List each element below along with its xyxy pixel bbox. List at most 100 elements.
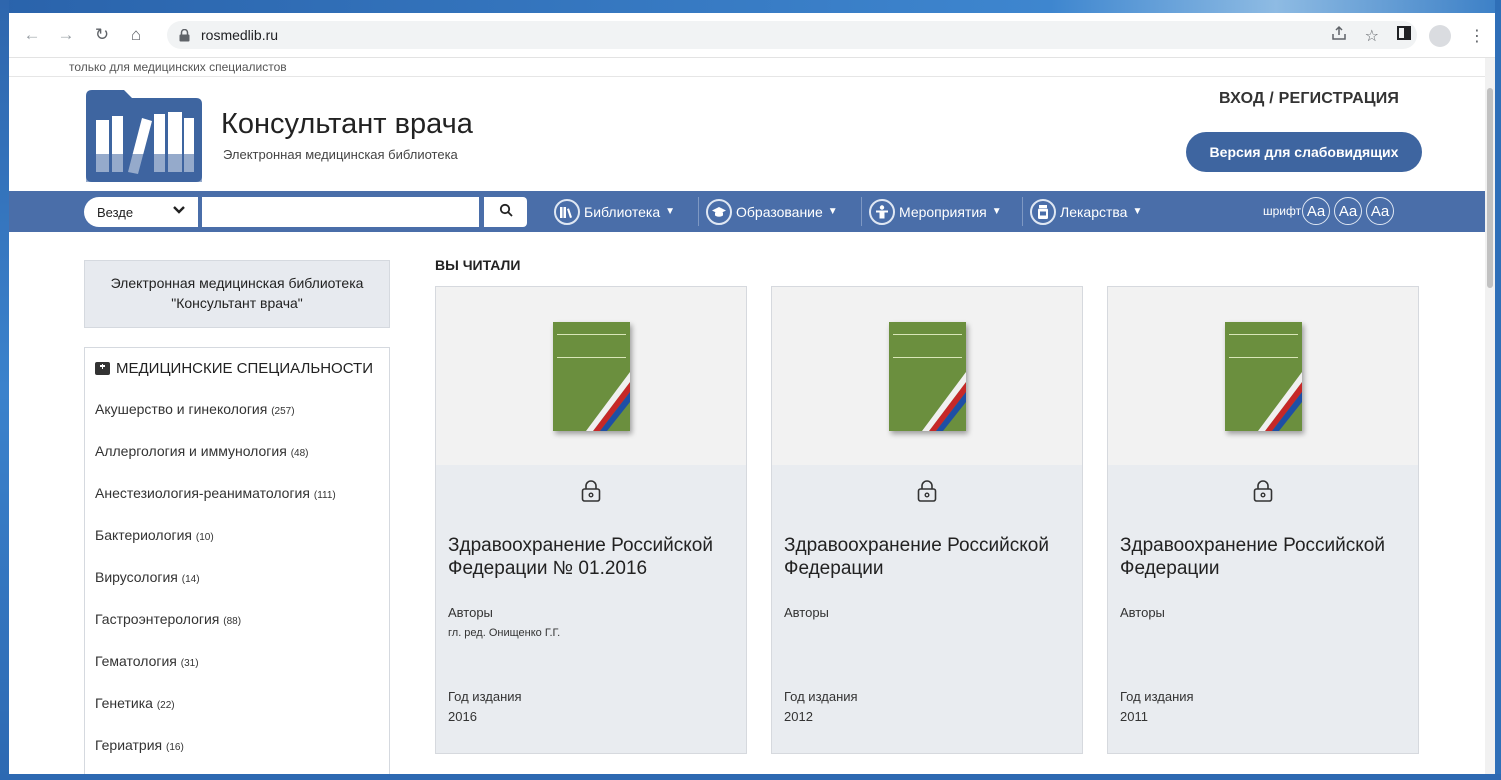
- authors-label: Авторы: [784, 605, 829, 620]
- specialty-item[interactable]: Бактериология (10): [95, 527, 336, 569]
- specialty-name: Гематология: [95, 653, 177, 669]
- books-icon: [554, 198, 580, 225]
- book-cover[interactable]: [1225, 322, 1302, 431]
- menu-events[interactable]: Мероприятия ▼: [869, 191, 1002, 232]
- menu-library[interactable]: Библиотека ▼: [554, 191, 675, 232]
- authors-value: гл. ред. Онищенко Г.Г.: [448, 627, 561, 639]
- main-navbar: Везде Библиотека ▼ Образование ▼ Меропри…: [9, 191, 1485, 232]
- book-title[interactable]: Здравоохранение Российской Федерации: [784, 534, 1074, 580]
- home-icon[interactable]: ⌂: [125, 24, 147, 46]
- menu-drugs[interactable]: Лекарства ▼: [1030, 191, 1142, 232]
- specialty-name: Вирусология: [95, 569, 178, 585]
- specialty-name: Анестезиология-реаниматология: [95, 485, 310, 501]
- caret-down-icon: ▼: [827, 206, 838, 217]
- specialties-title: МЕДИЦИНСКИЕ СПЕЦИАЛЬНОСТИ: [116, 360, 373, 377]
- url-text: rosmedlib.ru: [201, 27, 279, 43]
- font-reset-button[interactable]: Aa: [1366, 197, 1394, 225]
- menu-education-label: Образование: [736, 203, 823, 220]
- font-increase-button[interactable]: Aa: [1302, 197, 1330, 225]
- padlock-icon: [177, 28, 191, 42]
- menu-education[interactable]: Образование ▼: [706, 191, 838, 232]
- specialty-item[interactable]: Анестезиология-реаниматология (111): [95, 485, 336, 527]
- kebab-menu-icon[interactable]: ⋮: [1469, 26, 1485, 46]
- lock-icon: [1253, 480, 1273, 502]
- desktop-background-left: [0, 0, 9, 780]
- specialties-panel: МЕДИЦИНСКИЕ СПЕЦИАЛЬНОСТИ Акушерство и г…: [84, 347, 390, 774]
- font-decrease-button[interactable]: Aa: [1334, 197, 1362, 225]
- low-vision-button[interactable]: Версия для слабовидящих: [1186, 132, 1422, 172]
- desktop-background-right: [1495, 0, 1501, 780]
- card-cover-area: [1108, 287, 1418, 465]
- book-cover[interactable]: [553, 322, 630, 431]
- menu-drugs-label: Лекарства: [1060, 203, 1128, 220]
- year-label: Год издания: [1120, 689, 1194, 704]
- address-bar[interactable]: rosmedlib.ru: [167, 21, 1417, 49]
- specialty-name: Акушерство и гинекология: [95, 401, 268, 417]
- library-logo[interactable]: [84, 88, 204, 183]
- authors-label: Авторы: [1120, 605, 1165, 620]
- menu-separator: [1022, 197, 1023, 226]
- graduation-cap-icon: [706, 198, 732, 225]
- book-card[interactable]: Здравоохранение Российской Федерации № 0…: [435, 286, 747, 754]
- book-card[interactable]: Здравоохранение Российской Федерации Авт…: [771, 286, 1083, 754]
- search-scope-select[interactable]: Везде: [84, 197, 198, 227]
- specialty-item[interactable]: Гематология (31): [95, 653, 336, 695]
- profile-avatar[interactable]: [1429, 24, 1451, 47]
- book-title[interactable]: Здравоохранение Российской Федерации № 0…: [448, 534, 738, 580]
- menu-separator: [698, 197, 699, 226]
- web-page: только для медицинских специалистов Конс…: [9, 58, 1495, 774]
- specialty-item[interactable]: Гастроэнтерология (88): [95, 611, 336, 653]
- book-cover[interactable]: [889, 322, 966, 431]
- library-box[interactable]: Электронная медицинская библиотека "Конс…: [84, 260, 390, 328]
- search-button[interactable]: [484, 197, 527, 227]
- specialty-count: (10): [195, 532, 214, 543]
- specialty-item[interactable]: Аллергология и иммунология (48): [95, 443, 336, 485]
- specialty-count: (14): [181, 574, 200, 585]
- desktop-background-top: [0, 0, 1501, 13]
- browser-window: ← → ↻ ⌂ rosmedlib.ru ☆ ⋮ только для меди…: [9, 13, 1495, 774]
- search-input[interactable]: [202, 197, 479, 227]
- specialty-count: (16): [166, 742, 184, 753]
- chevron-down-icon: [173, 205, 185, 217]
- lock-icon: [917, 480, 937, 502]
- card-cover-area: [772, 287, 1082, 465]
- desktop-background-bottom: [0, 774, 1501, 780]
- bookmark-star-icon[interactable]: ☆: [1365, 26, 1379, 46]
- back-arrow-icon[interactable]: ←: [21, 24, 43, 46]
- specialty-name: Генетика: [95, 695, 153, 711]
- notice-divider: [9, 76, 1485, 77]
- presenter-icon: [869, 198, 895, 225]
- reload-icon[interactable]: ↻: [91, 24, 113, 46]
- specialty-count: (22): [156, 700, 175, 711]
- specialty-count: (88): [223, 616, 242, 627]
- sidebar-panel-icon[interactable]: [1397, 26, 1411, 45]
- login-register-link[interactable]: ВХОД / РЕГИСТРАЦИЯ: [1219, 90, 1399, 108]
- year-label: Год издания: [448, 689, 522, 704]
- menu-events-label: Мероприятия: [899, 203, 987, 220]
- scrollbar-thumb[interactable]: [1487, 88, 1493, 288]
- specialty-item[interactable]: Вирусология (14): [95, 569, 336, 611]
- page-scrollbar[interactable]: [1485, 58, 1495, 774]
- book-title[interactable]: Здравоохранение Российской Федерации: [1120, 534, 1410, 580]
- toolbar-right-actions: ☆ ⋮: [1331, 13, 1485, 58]
- specialty-name: Гериатрия: [95, 737, 163, 753]
- specialty-count: (111): [313, 490, 336, 501]
- share-icon[interactable]: [1331, 25, 1347, 46]
- specialties-list: Акушерство и гинекология (257) Аллерголо…: [95, 401, 336, 774]
- specialty-item[interactable]: Акушерство и гинекология (257): [95, 401, 336, 443]
- lock-icon: [581, 480, 601, 502]
- specialty-count: (31): [180, 658, 199, 669]
- search-icon: [499, 203, 513, 222]
- book-card[interactable]: Здравоохранение Российской Федерации Авт…: [1107, 286, 1419, 754]
- year-value: 2016: [448, 709, 477, 724]
- site-title[interactable]: Консультант врача: [221, 108, 473, 141]
- forward-arrow-icon[interactable]: →: [55, 24, 77, 46]
- specialty-item[interactable]: Генетика (22): [95, 695, 336, 737]
- font-size-label: шрифт: [1263, 204, 1302, 218]
- specialty-item[interactable]: Гериатрия (16): [95, 737, 336, 774]
- caret-down-icon: ▼: [665, 206, 676, 217]
- menu-library-label: Библиотека: [584, 203, 661, 220]
- year-label: Год издания: [784, 689, 858, 704]
- library-box-line1: Электронная медицинская библиотека: [110, 275, 364, 291]
- card-cover-area: [436, 287, 746, 465]
